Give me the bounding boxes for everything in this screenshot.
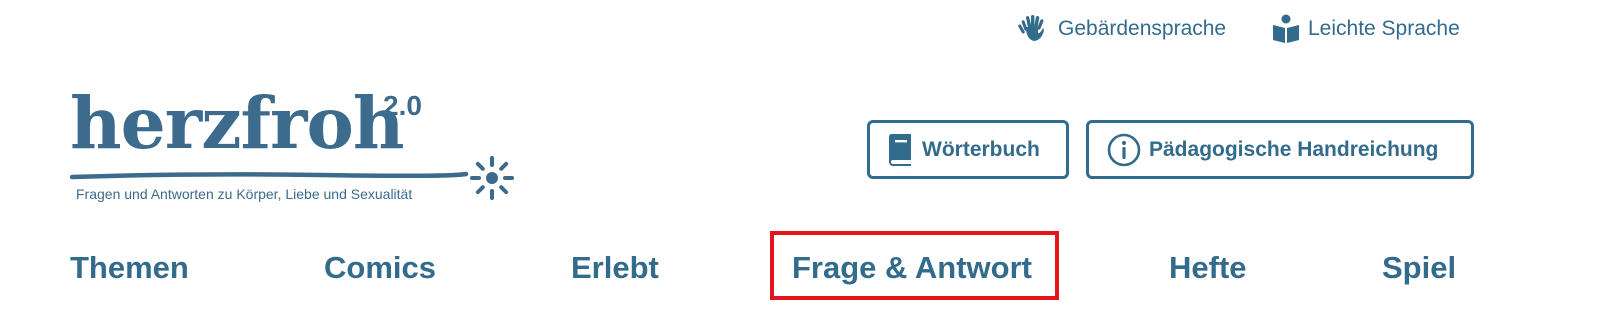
- sun-flower-icon: [470, 156, 514, 200]
- logo-underline-stroke: [70, 171, 469, 180]
- site-logo[interactable]: herzfroh 2.0 Fragen und Antworten zu Kör…: [70, 88, 530, 213]
- logo-version: 2.0: [383, 90, 422, 121]
- nav-item-comics[interactable]: Comics: [324, 248, 436, 288]
- info-circle-icon: [1107, 133, 1141, 167]
- pedagogic-guide-button[interactable]: Pädagogische Handreichung: [1086, 120, 1474, 179]
- logo-wordmark: herzfroh: [70, 81, 404, 165]
- easy-language-link[interactable]: Leichte Sprache: [1272, 14, 1460, 44]
- reading-person-icon: [1272, 14, 1300, 44]
- book-icon: [888, 133, 914, 167]
- dictionary-label: Wörterbuch: [922, 137, 1040, 161]
- dictionary-button[interactable]: Wörterbuch: [867, 120, 1069, 179]
- easy-language-label: Leichte Sprache: [1308, 17, 1460, 40]
- sign-language-link[interactable]: Gebärdensprache: [1018, 14, 1226, 44]
- nav-item-spiel[interactable]: Spiel: [1382, 248, 1456, 288]
- logo-tagline: Fragen und Antworten zu Körper, Liebe un…: [76, 186, 413, 202]
- nav-item-hefte[interactable]: Hefte: [1169, 248, 1247, 288]
- nav-item-themen[interactable]: Themen: [70, 248, 189, 288]
- sign-language-label: Gebärdensprache: [1058, 17, 1227, 40]
- nav-item-erlebt[interactable]: Erlebt: [571, 248, 659, 288]
- nav-item-frage-antwort[interactable]: Frage & Antwort: [792, 248, 1032, 288]
- sign-language-hands-icon: [1018, 14, 1050, 44]
- pedagogic-guide-label: Pädagogische Handreichung: [1149, 137, 1439, 161]
